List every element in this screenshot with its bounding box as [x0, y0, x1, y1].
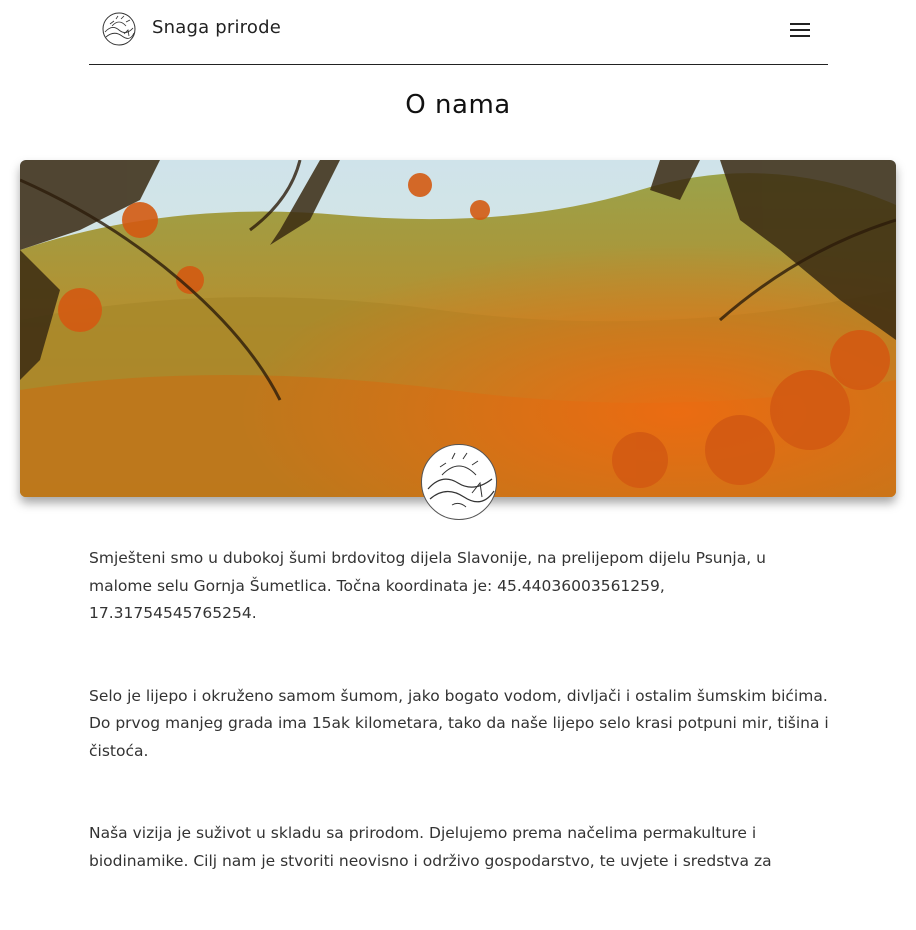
site-header: Snaga prirode — [89, 0, 828, 65]
hamburger-menu-icon[interactable] — [788, 20, 812, 40]
page-title: O nama — [405, 90, 511, 120]
about-content: Smješteni smo u dubokoj šumi brdovitog d… — [89, 545, 829, 930]
paragraph-village: Selo je lijepo i okruženo samom šumom, j… — [89, 686, 829, 760]
hero-logo-badge — [421, 444, 497, 520]
paragraph-location: Smješteni smo u dubokoj šumi brdovitog d… — [89, 549, 766, 622]
brand-name[interactable]: Snaga prirode — [152, 17, 281, 38]
sun-hills-logo-icon[interactable] — [102, 12, 136, 46]
paragraph-vision: Naša vizija je suživot u skladu sa priro… — [89, 824, 772, 870]
